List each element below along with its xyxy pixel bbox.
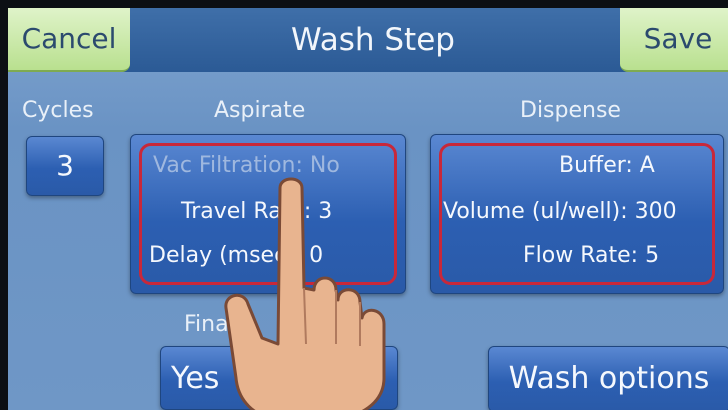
wash-options-button[interactable]: Wash options — [488, 346, 728, 410]
page-title: Wash Step — [291, 22, 455, 58]
flow-rate-row: Flow Rate: 5 — [523, 243, 660, 268]
cycles-label: Cycles — [22, 98, 94, 123]
save-button[interactable]: Save — [620, 8, 728, 72]
volume-row: Volume (ul/well): 300 — [443, 199, 677, 224]
dispense-settings-button[interactable]: Buffer: A Volume (ul/well): 300 Flow Rat… — [430, 134, 724, 294]
touchscreen: Cancel Wash Step Save Cycles Aspirate Di… — [8, 8, 728, 410]
aspirate-label: Aspirate — [214, 98, 306, 123]
cycles-button[interactable]: 3 — [26, 136, 104, 196]
buffer-row: Buffer: A — [559, 153, 655, 178]
cancel-button[interactable]: Cancel — [8, 8, 130, 72]
dispense-label: Dispense — [520, 98, 621, 123]
pointing-hand-icon — [224, 177, 386, 410]
